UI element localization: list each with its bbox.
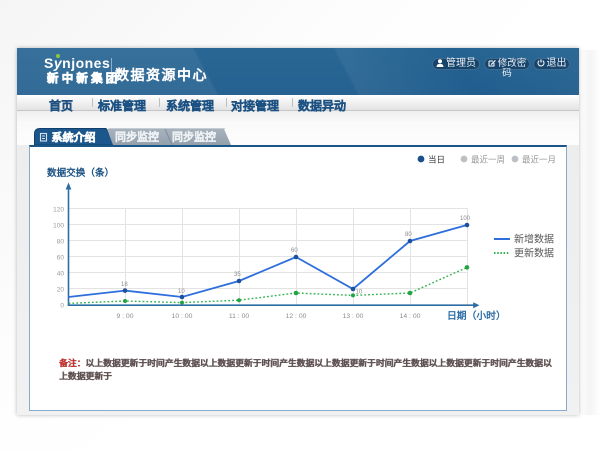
svg-text:数据交换（条）: 数据交换（条） <box>46 167 114 179</box>
svg-text:18: 18 <box>121 282 128 288</box>
svg-text:日期（小时）: 日期（小时） <box>447 309 506 322</box>
svg-text:60: 60 <box>57 255 65 262</box>
svg-text:最近一周: 最近一周 <box>471 155 505 165</box>
svg-text:9 : 00: 9 : 00 <box>116 313 133 320</box>
svg-text:系统介绍: 系统介绍 <box>52 130 96 144</box>
svg-text:0: 0 <box>60 303 64 310</box>
svg-text:100: 100 <box>53 223 64 230</box>
svg-text:最近一月: 最近一月 <box>522 155 556 165</box>
svg-text:10: 10 <box>356 290 363 296</box>
svg-text:13 : 00: 13 : 00 <box>343 313 364 320</box>
svg-text:40: 40 <box>57 271 65 278</box>
svg-text:100: 100 <box>460 216 471 222</box>
svg-text:20: 20 <box>57 287 65 294</box>
svg-text:更新数据: 更新数据 <box>514 247 554 260</box>
svg-text:120: 120 <box>53 207 64 214</box>
svg-text:10 : 00: 10 : 00 <box>172 313 193 320</box>
svg-text:80: 80 <box>405 232 412 238</box>
svg-text:10: 10 <box>178 289 185 295</box>
svg-text:60: 60 <box>291 248 298 254</box>
svg-text:当日: 当日 <box>428 155 445 165</box>
svg-text:11 : 00: 11 : 00 <box>229 313 250 320</box>
svg-text:12 : 00: 12 : 00 <box>286 313 307 320</box>
svg-text:同步监控: 同步监控 <box>115 130 159 144</box>
svg-text:80: 80 <box>57 239 65 246</box>
svg-text:14 : 00: 14 : 00 <box>400 313 421 320</box>
svg-text:新增数据: 新增数据 <box>514 233 554 246</box>
svg-text:35: 35 <box>234 272 241 278</box>
svg-text:同步监控: 同步监控 <box>172 130 216 144</box>
